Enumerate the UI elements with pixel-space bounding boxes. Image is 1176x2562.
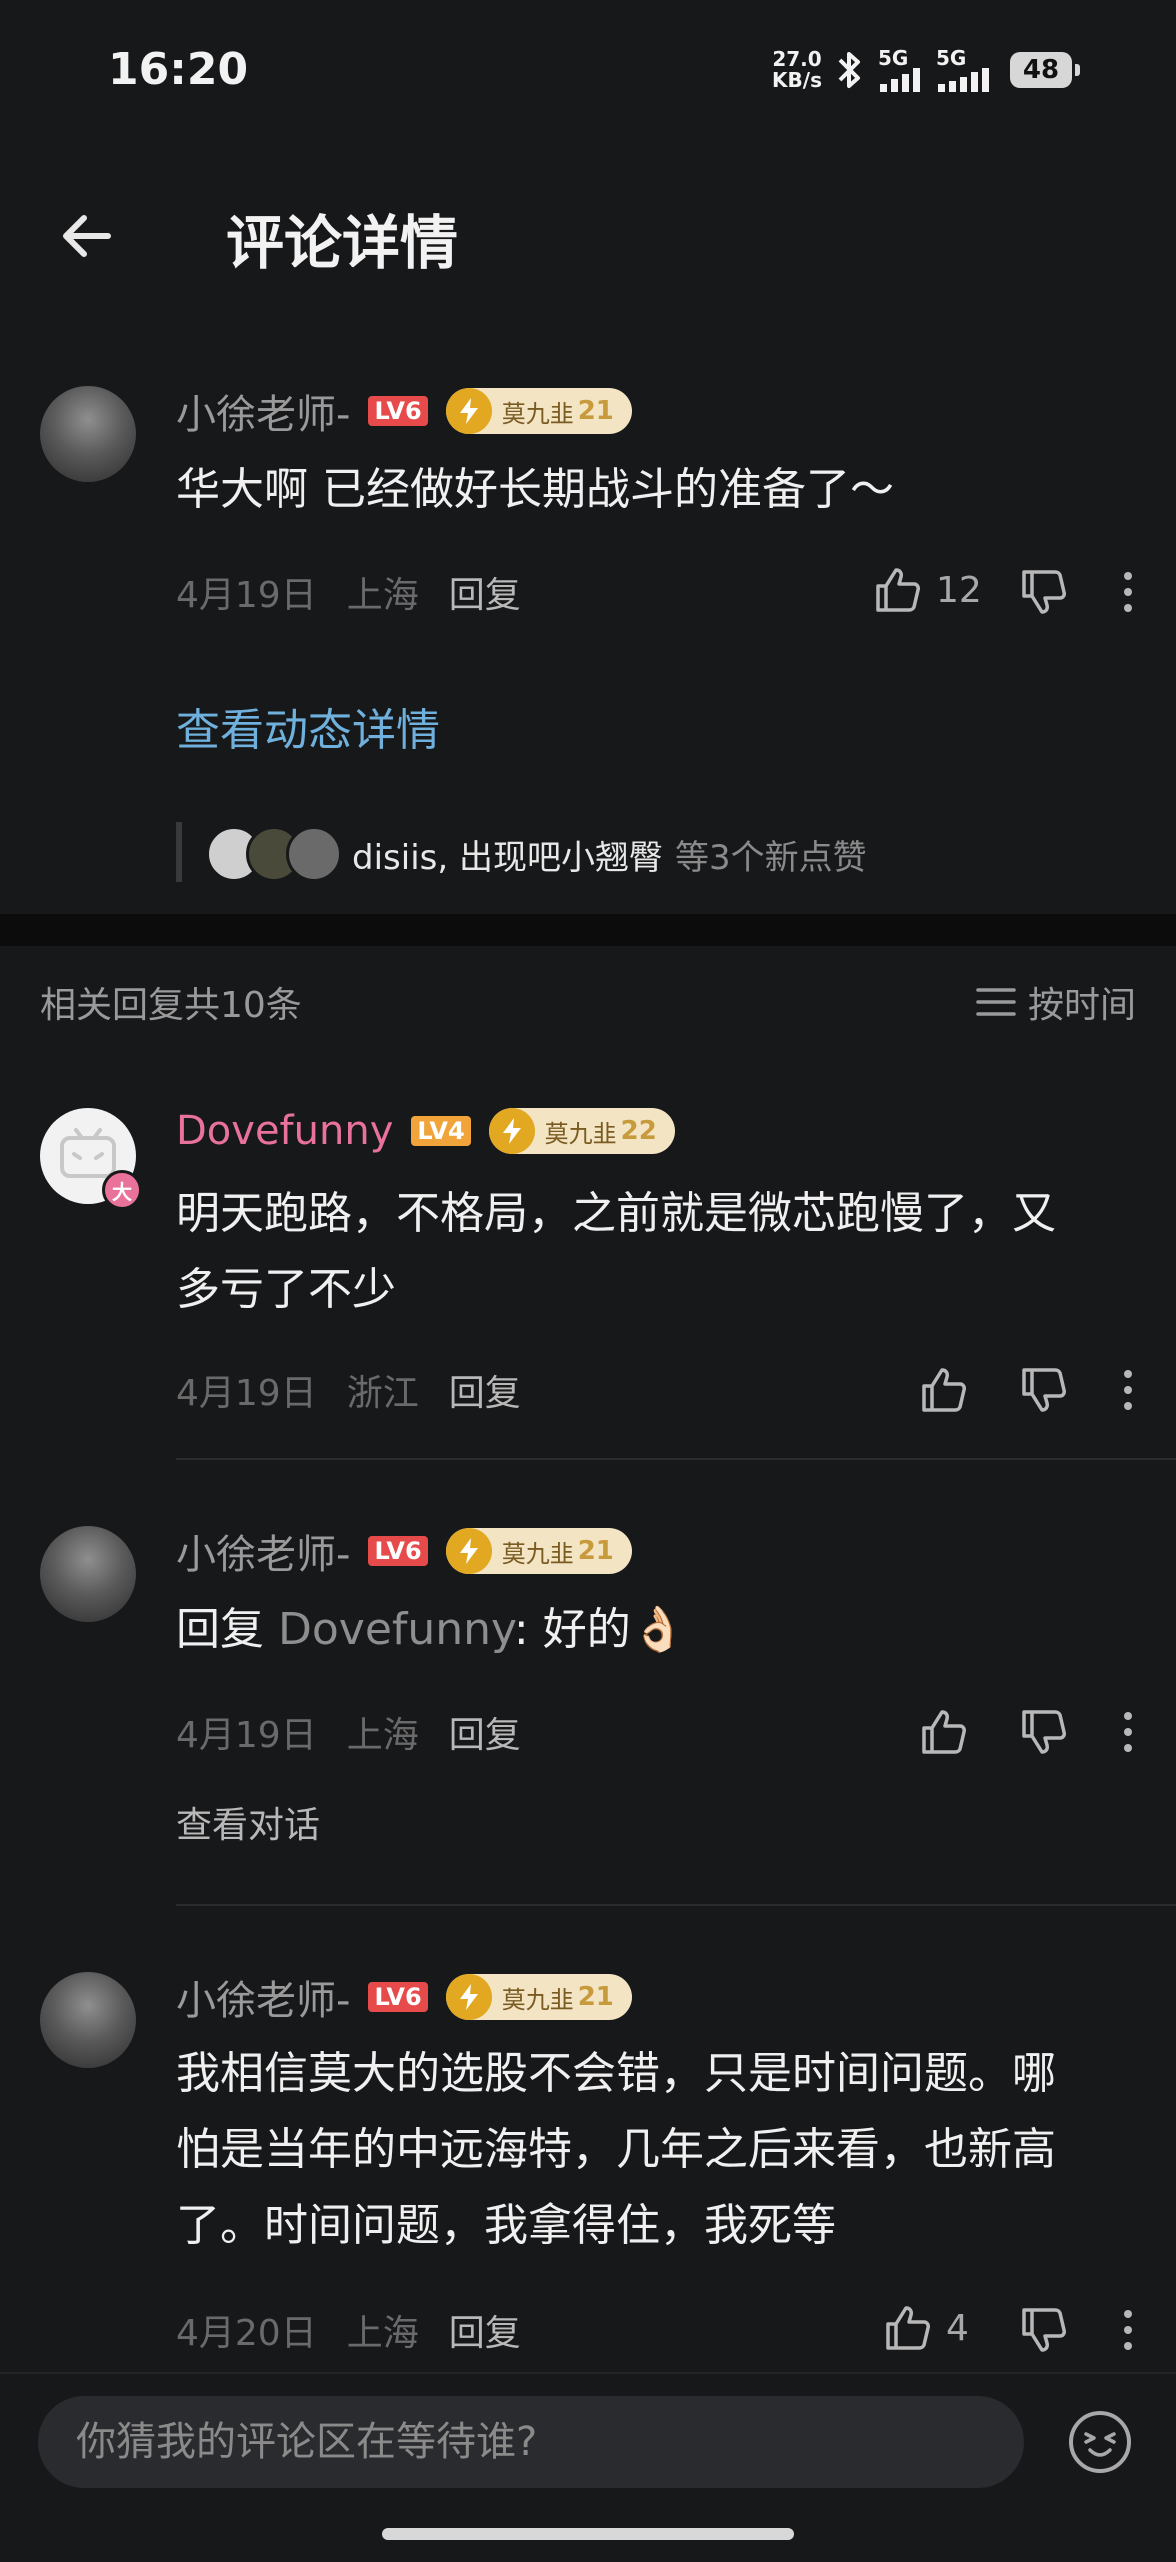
signal-bars-icon [880, 68, 920, 92]
fan-badge-name: 莫九韭 [501, 1539, 574, 1568]
level-badge: LV6 [368, 1536, 428, 1566]
fan-badge[interactable]: 莫九韭 21 [445, 1528, 632, 1574]
reply-target-username[interactable]: Dovefunny [278, 1604, 514, 1655]
comment-text: 我相信莫大的选股不会错，只是时间问题。哪 怕是当年的中远海特，几年之后来看，也新… [176, 2048, 1056, 2251]
bluetooth-icon [838, 52, 860, 88]
thumb-up-icon[interactable] [916, 1704, 972, 1760]
username[interactable]: 小徐老师- [176, 1968, 350, 2026]
page-title: 评论详情 [226, 209, 459, 277]
comment-input-wrapper [38, 2396, 1024, 2488]
related-replies-count: 相关回复共10条 [40, 985, 302, 1026]
reply-button[interactable]: 回复 [449, 2304, 521, 2356]
fan-badge[interactable]: 莫九韭 21 [445, 388, 632, 434]
net-speed: 27.0 KB/s [772, 47, 822, 92]
row-divider [176, 1904, 1176, 1906]
comment-location: 浙江 [346, 1373, 419, 1414]
view-conversation-link[interactable]: 查看对话 [176, 1796, 320, 1848]
comment-text: 回复 Dovefunny: 好的👌🏻 [176, 1604, 686, 1655]
likers-suffix: 等3个新点赞 [674, 837, 867, 878]
comment-date: 4月19日 [176, 575, 317, 616]
fan-badge-level: 22 [620, 1116, 657, 1146]
comment-header: Dovefunny LV4 莫九韭 22 [176, 1108, 675, 1154]
more-vertical-icon[interactable] [1110, 564, 1146, 620]
thumb-down-icon[interactable] [1016, 2302, 1072, 2358]
view-post-detail-link[interactable]: 查看动态详情 [176, 694, 440, 758]
status-time: 16:20 [108, 44, 249, 95]
username[interactable]: Dovefunny [176, 1108, 393, 1154]
sort-button[interactable]: 按时间 [976, 976, 1136, 1028]
comment-location: 上海 [346, 575, 419, 616]
thumb-down-icon[interactable] [1016, 564, 1072, 620]
comment-date: 4月19日 [176, 1715, 317, 1756]
row-divider [176, 1458, 1176, 1460]
username[interactable]: 小徐老师- [176, 382, 350, 440]
username[interactable]: 小徐老师- [176, 1522, 350, 1580]
status-icons: 27.0 KB/s 5G 5G 48 [772, 47, 1080, 92]
avatar[interactable] [40, 386, 136, 482]
likers-divider [176, 822, 182, 882]
comment-header: 小徐老师- LV6 莫九韭 21 [176, 1968, 632, 2026]
level-badge: LV6 [368, 396, 428, 426]
reply-button[interactable]: 回复 [449, 1364, 521, 1416]
thumb-up-icon [876, 568, 920, 612]
more-vertical-icon[interactable] [1110, 1704, 1146, 1760]
like-button[interactable]: 12 [870, 562, 982, 618]
comment-meta: 4月20日 上海 回复 [176, 2304, 521, 2356]
avatar[interactable] [40, 1526, 136, 1622]
level-badge: LV4 [411, 1116, 471, 1146]
fan-badge[interactable]: 莫九韭 22 [488, 1108, 675, 1154]
fan-badge-level: 21 [577, 1536, 614, 1566]
comment-header: 小徐老师- LV6 莫九韭 21 [176, 382, 632, 440]
comment-meta: 4月19日 浙江 回复 [176, 1364, 521, 1416]
comment-text: 明天跑路，不格局，之前就是微芯跑慢了，又 多亏了不少 [176, 1188, 1056, 1315]
comment-input[interactable] [38, 2396, 1024, 2488]
sort-label: 按时间 [1027, 985, 1136, 1026]
signal-sim1: 5G [878, 48, 926, 92]
thumb-down-icon[interactable] [1016, 1362, 1072, 1418]
signal-bars-icon [938, 68, 989, 92]
more-vertical-icon[interactable] [1110, 2302, 1146, 2358]
fan-badge-level: 21 [577, 1982, 614, 2012]
home-indicator [382, 2528, 794, 2540]
avatar-vip-badge: 大 [102, 1170, 142, 1210]
comment-date: 4月20日 [176, 2313, 317, 2354]
reply-button[interactable]: 回复 [449, 1706, 521, 1758]
like-button[interactable]: 4 [880, 2300, 969, 2356]
sort-lines-icon [976, 988, 1016, 1016]
fan-badge-name: 莫九韭 [501, 399, 574, 428]
fan-badge[interactable]: 莫九韭 21 [445, 1974, 632, 2020]
comment-header: 小徐老师- LV6 莫九韭 21 [176, 1522, 632, 1580]
thumb-up-icon[interactable] [916, 1362, 972, 1418]
fan-badge-name: 莫九韭 [501, 1985, 574, 2014]
battery-indicator: 48 [1010, 52, 1080, 88]
comment-meta: 4月19日 上海 回复 [176, 1706, 521, 1758]
signal-sim2: 5G [936, 48, 1000, 92]
comment-meta: 4月19日 上海 回复 [176, 566, 521, 618]
arrow-left-icon[interactable] [50, 196, 130, 276]
lightning-icon [445, 1528, 492, 1574]
lightning-icon [445, 1974, 492, 2020]
lightning-icon [488, 1108, 535, 1154]
reply-button[interactable]: 回复 [449, 566, 521, 618]
likers-names: disiis, 出现吧小翘臀 [352, 837, 663, 878]
avatar[interactable] [40, 1972, 136, 2068]
fan-badge-level: 21 [577, 396, 614, 426]
fan-badge-name: 莫九韭 [544, 1119, 617, 1148]
new-likers-row[interactable]: disiis, 出现吧小翘臀 等3个新点赞 [206, 826, 867, 882]
emoji-icon[interactable] [1066, 2408, 1134, 2476]
comment-text: 华大啊 已经做好长期战斗的准备了～ [176, 464, 894, 515]
like-count: 12 [936, 569, 982, 611]
like-count: 4 [946, 2307, 969, 2349]
section-divider [0, 914, 1176, 946]
level-badge: LV6 [368, 1982, 428, 2012]
thumb-up-icon [886, 2306, 930, 2350]
more-vertical-icon[interactable] [1110, 1362, 1146, 1418]
lightning-icon [445, 388, 492, 434]
liker-avatar [286, 826, 342, 882]
comment-location: 上海 [346, 2313, 419, 2354]
thumb-down-icon[interactable] [1016, 1704, 1072, 1760]
comment-location: 上海 [346, 1715, 419, 1756]
comment-date: 4月19日 [176, 1373, 317, 1414]
